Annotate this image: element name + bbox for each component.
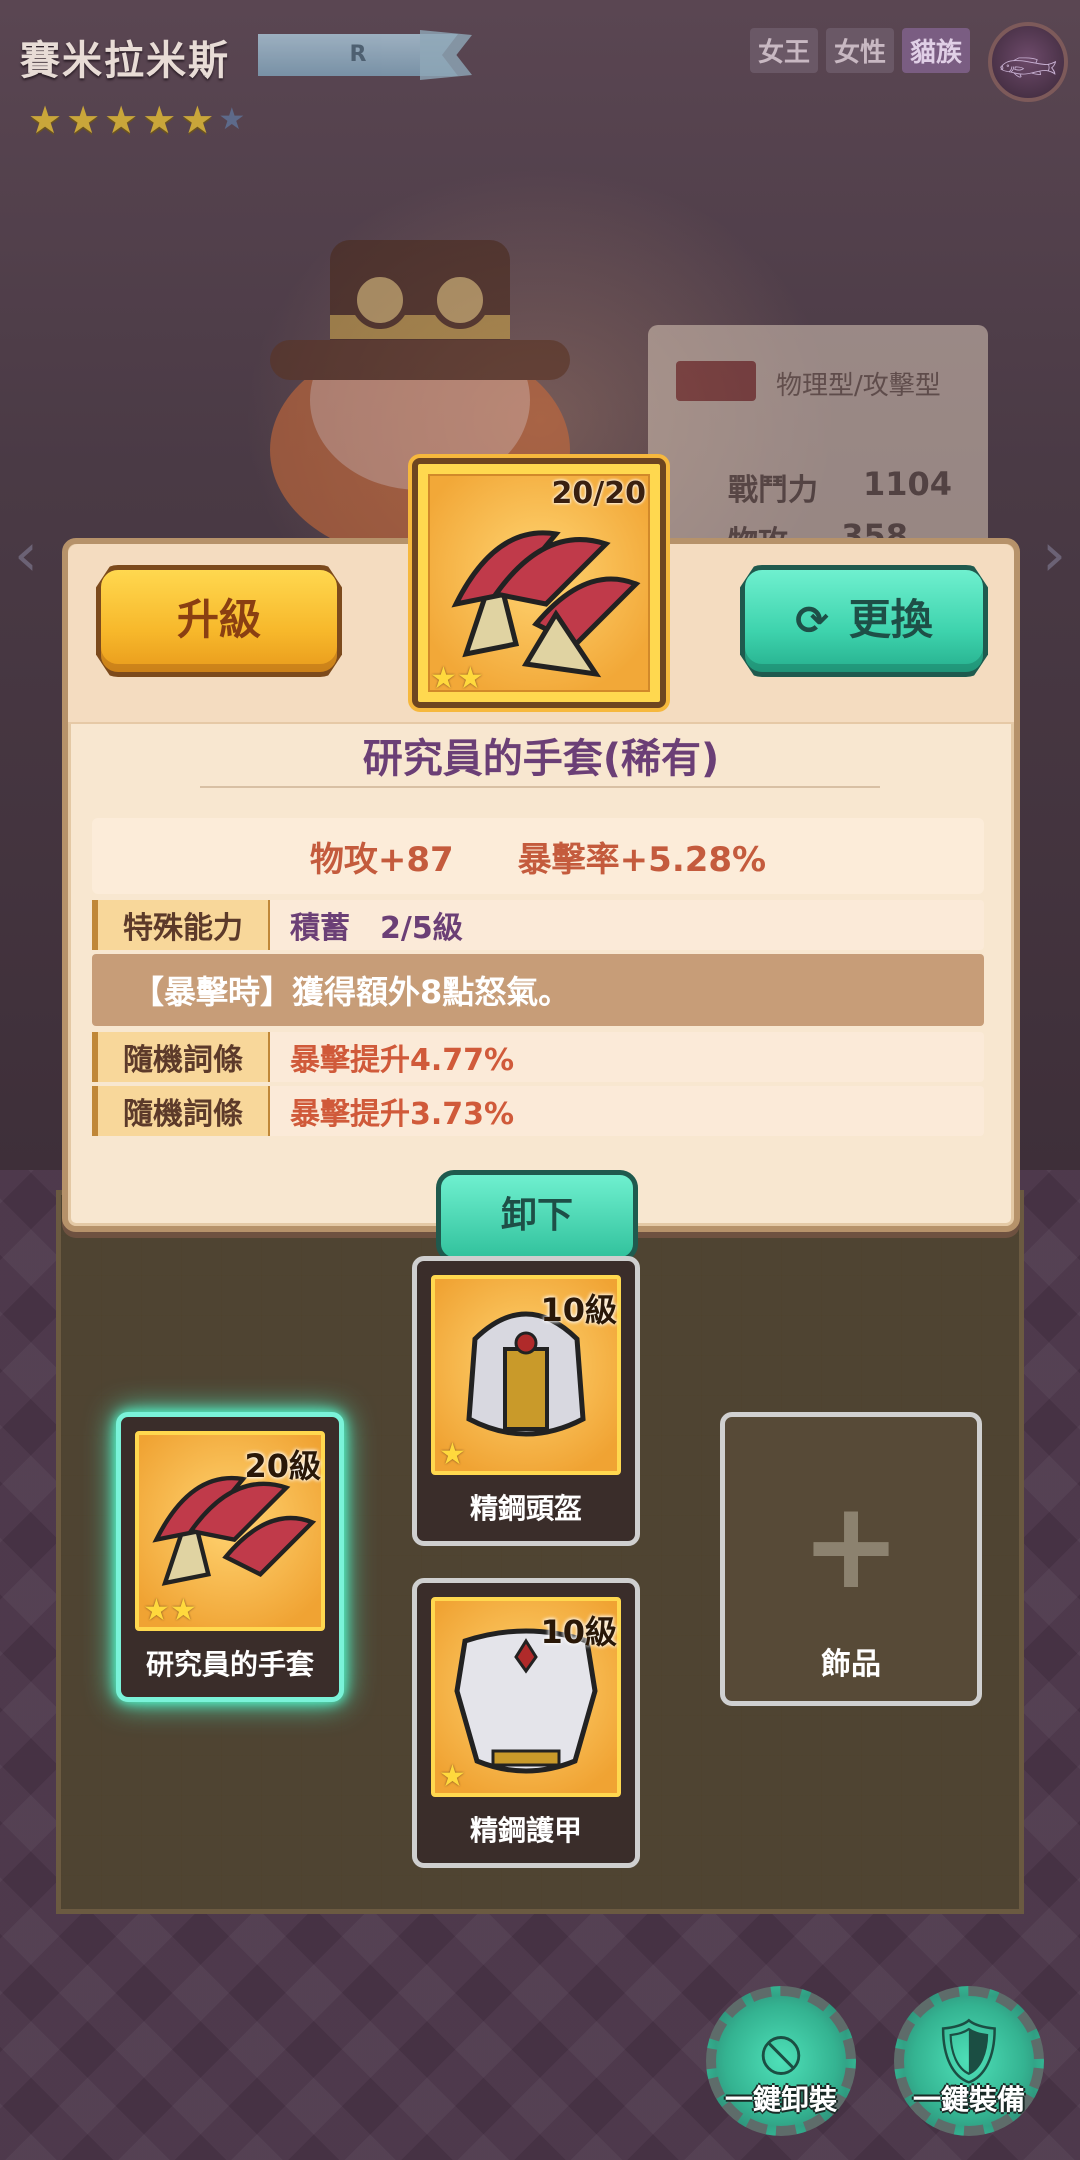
glove-name: 研究員的手套 <box>145 1648 314 1681</box>
slot-helmet[interactable]: 10級 ★ 精鋼頭盔 <box>412 1256 640 1546</box>
slot-armor[interactable]: 10級 ★ 精鋼護甲 <box>412 1578 640 1868</box>
chevron-left-icon[interactable]: ‹ <box>14 520 38 590</box>
plus-icon: + <box>800 1477 902 1616</box>
replace-button[interactable]: ⟳ 更換 <box>740 565 988 677</box>
power-label: 戰鬥力 <box>728 473 818 508</box>
star-icon: ★ <box>430 661 457 696</box>
divider <box>200 786 880 788</box>
chevron-right-icon[interactable]: › <box>1042 520 1066 590</box>
fish-bone-icon[interactable]: 𓆟 <box>988 22 1068 102</box>
helmet-level: 10級 <box>540 1291 617 1329</box>
claw-gloves-icon <box>451 530 641 678</box>
hero-stat-card: 物理型/攻擊型 戰鬥力 1104 物攻 358 <box>648 325 988 560</box>
random-affix-label: 隨機詞條 <box>92 1086 270 1136</box>
star-icon: ★ <box>142 98 177 142</box>
random-affix-row: 隨機詞條 暴擊提升4.77% <box>92 1032 984 1082</box>
star-icon: ★ <box>439 1759 466 1794</box>
slot-glove[interactable]: 20級 ★★ 研究員的手套 <box>116 1412 344 1702</box>
star-empty-icon: ★ <box>218 102 246 137</box>
replace-label: 更換 <box>848 595 933 644</box>
tag-title: 女王 <box>749 28 818 73</box>
helmet-name: 精鋼頭盔 <box>469 1492 582 1525</box>
hero-type: 物理型/攻擊型 <box>776 371 941 401</box>
tag-gender: 女性 <box>825 28 894 73</box>
special-ability-desc: 【暴擊時】獲得額外8點怒氣。 <box>92 954 984 1026</box>
item-name: 研究員的手套(稀有) <box>362 736 720 782</box>
random-affix-value: 暴擊提升4.77% <box>290 1043 515 1078</box>
star-icon: ★ <box>66 98 101 142</box>
star-icon: ★ <box>456 661 484 696</box>
glove-level: 20級 <box>244 1447 321 1485</box>
upgrade-button[interactable]: 升級 <box>96 565 342 677</box>
hero-name: 賽米拉米斯 <box>20 38 230 84</box>
sword-type-icon <box>676 361 756 401</box>
random-affix-value: 暴擊提升3.73% <box>290 1097 515 1132</box>
star-icon: ★ <box>180 98 215 142</box>
unequip-all-label: 一鍵卸裝 <box>724 2083 837 2116</box>
selected-item-frame: 20/20 ★★ <box>412 458 666 708</box>
stat-crit-rate: 暴擊率+5.28% <box>517 839 767 880</box>
unequip-button[interactable]: 卸下 <box>436 1170 638 1262</box>
special-ability-row: 特殊能力 積蓄 2/5級 <box>92 900 984 950</box>
main-stats: 物攻+87 暴擊率+5.28% <box>92 818 984 894</box>
durability: 20/20 <box>551 476 646 511</box>
armor-level: 10級 <box>540 1613 617 1651</box>
power-value: 1104 <box>862 465 952 503</box>
star-icon: ★ <box>28 98 63 142</box>
equip-all-label: 一鍵裝備 <box>912 2083 1025 2116</box>
stat-phys-atk: 物攻+87 <box>309 839 454 880</box>
slot-accessory[interactable]: + 飾品 <box>720 1412 982 1706</box>
item-stars: ★★ <box>143 1593 197 1628</box>
unequip-all-button[interactable]: ⦸ 一鍵卸裝 <box>706 1986 856 2136</box>
hero-tags: 女王 女性 貓族 <box>749 28 970 73</box>
special-ability-value: 積蓄 2/5級 <box>290 911 463 946</box>
refresh-icon: ⟳ <box>795 598 829 644</box>
random-affix-label: 隨機詞條 <box>92 1032 270 1082</box>
special-ability-label: 特殊能力 <box>92 900 270 950</box>
hero-stars: ★ ★ ★ ★ ★ ★ <box>28 100 245 140</box>
equip-all-button[interactable]: 🛡 一鍵裝備 <box>894 1986 1044 2136</box>
item-stars: ★★ <box>430 661 484 696</box>
prohibited-icon: ⦸ <box>760 2014 802 2088</box>
star-icon: ★ <box>104 98 139 142</box>
accessory-label: 飾品 <box>821 1647 881 1682</box>
random-affix-row: 隨機詞條 暴擊提升3.73% <box>92 1086 984 1136</box>
star-icon: ★ <box>439 1437 466 1472</box>
armor-name: 精鋼護甲 <box>469 1814 582 1847</box>
tag-race: 貓族 <box>901 28 970 73</box>
